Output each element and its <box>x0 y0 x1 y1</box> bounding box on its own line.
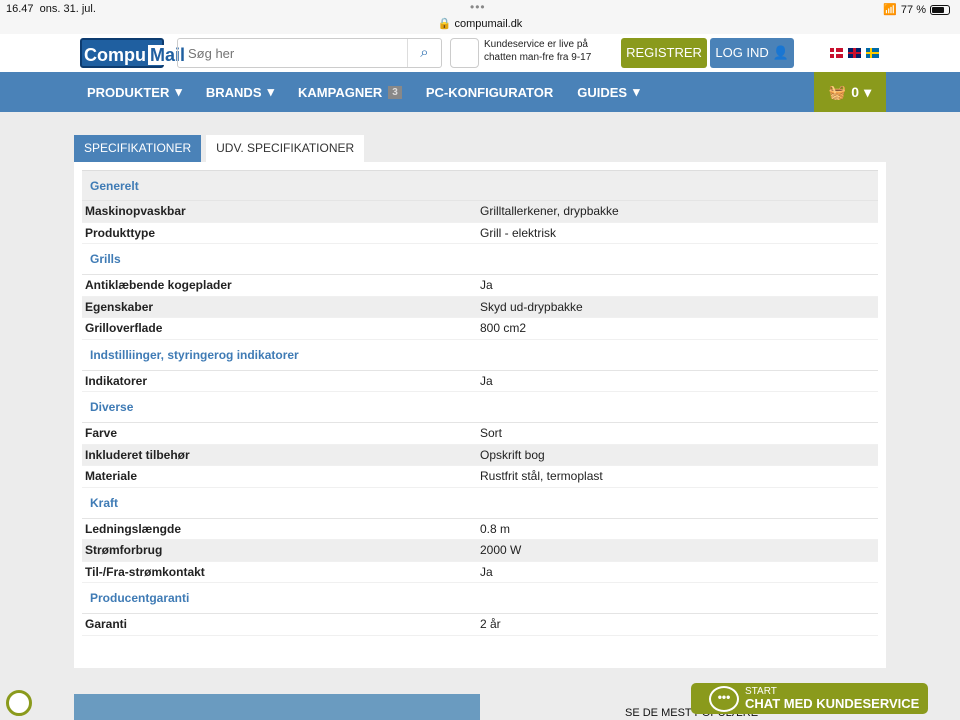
spec-row: Til-/Fra-strømkontakt Ja <box>82 562 878 583</box>
spec-label: Inkluderet tilbehør <box>85 447 190 462</box>
spec-table: Generelt Maskinopvaskbar Grilltallerkener,… <box>74 162 886 668</box>
site-header: CompuMail ⌕ Kundeservice er live påchatt… <box>0 34 960 72</box>
spec-row: Grilloverflade 800 cm2 <box>82 318 878 340</box>
battery-status: 📶 77 % <box>883 3 950 16</box>
spec-section: Generelt Maskinopvaskbar Grilltallerkener,… <box>82 170 878 244</box>
tab-specifikationer[interactable]: SPECIFIKATIONER <box>74 135 202 162</box>
spec-value: Grilltallerkener, drypbakke <box>480 204 619 219</box>
user-icon: 👤 <box>772 45 789 60</box>
address-bar[interactable]: 🔒 compumail.dk <box>0 17 960 30</box>
spec-tabs: SPECIFIKATIONER UDV. SPECIFIKATIONER <box>74 135 365 162</box>
spec-value: 0.8 m <box>480 521 511 536</box>
spec-row: Ledningslængde 0.8 m <box>82 519 878 540</box>
spec-row: Farve Sort <box>82 423 878 445</box>
chat-status-box <box>450 38 479 68</box>
kampagner-badge: 3 <box>388 85 402 99</box>
chat-label: CHAT MED KUNDESERVICE <box>745 696 920 711</box>
status-bar: 16.47 ons. 31. jul. ••• 🔒 compumail.dk 📶… <box>0 0 960 34</box>
uk-flag-icon[interactable] <box>848 48 861 58</box>
spec-value: 2 år <box>480 617 501 632</box>
section-title: Diverse <box>82 392 878 423</box>
cart-button[interactable]: 🧺 0 ▾ <box>814 72 886 112</box>
status-time: 16.47 ons. 31. jul. <box>6 3 96 15</box>
spec-label: Produkttype <box>85 225 156 240</box>
spec-label: Antiklæbende kogeplader <box>85 278 232 293</box>
spec-label: Strømforbrug <box>85 543 163 558</box>
promo-banner <box>74 694 480 720</box>
spec-value: Ja <box>480 373 493 388</box>
register-button[interactable]: REGISTRER <box>621 38 707 68</box>
main-nav: PRODUKTER ▾ BRANDS ▾ KAMPAGNER 3 PC-KONFIGU… <box>0 72 960 112</box>
battery-icon <box>930 4 950 15</box>
search-input[interactable] <box>178 39 407 67</box>
spec-label: Materiale <box>85 469 138 484</box>
section-title: Kraft <box>82 488 878 519</box>
spec-row: Maskinopvaskbar Grilltallerkener, drypbak… <box>82 201 878 223</box>
section-title: Grills <box>82 244 878 275</box>
spec-row: Materiale Rustfrit stål, termoplast <box>82 466 878 488</box>
caret-down-icon: ▾ <box>267 84 275 99</box>
swedish-flag-icon[interactable] <box>866 48 879 58</box>
spec-label: Ledningslængde <box>85 521 181 536</box>
chat-bubble-icon: ••• <box>709 685 739 712</box>
recycle-icon[interactable] <box>6 690 32 716</box>
spec-row: Garanti 2 år <box>82 614 878 636</box>
nav-brands[interactable]: BRANDS ▾ <box>206 84 274 100</box>
spec-row: Produkttype Grill - elektrisk <box>82 222 878 244</box>
spec-value: Skyd ud-drypbakke <box>480 299 583 314</box>
compumail-logo[interactable]: Compu Mail <box>80 38 188 68</box>
spec-section: Grills Antiklæbende kogeplader Ja Egenskabe… <box>82 244 878 340</box>
spec-value: Sort <box>480 426 503 441</box>
section-title: Producentgaranti <box>82 583 878 614</box>
spec-label: Grilloverflade <box>85 321 163 336</box>
spec-row: Antiklæbende kogeplader Ja <box>82 275 878 297</box>
section-title: Generelt <box>82 170 878 201</box>
spec-value: Ja <box>480 278 493 293</box>
spec-value: Rustfrit stål, termoplast <box>480 469 603 484</box>
spec-label: Til-/Fra-strømkontakt <box>85 564 205 579</box>
search-icon: ⌕ <box>420 44 429 61</box>
caret-down-icon: ▾ <box>175 84 182 99</box>
nav-guides[interactable]: GUIDES ▾ <box>577 84 639 100</box>
nav-kampagner[interactable]: KAMPAGNER 3 <box>298 85 402 100</box>
spec-row: Strømforbrug 2000 W <box>82 540 878 562</box>
spec-row: Egenskaber Skyd ud-drypbakke <box>82 296 878 318</box>
spec-section: Diverse Farve Sort Inkluderet tilbehør Opskr… <box>82 392 878 488</box>
customer-service-info: Kundeservice er live på chatten man-fre f… <box>484 39 592 63</box>
caret-down-icon: ▾ <box>864 83 872 100</box>
caret-down-icon: ▾ <box>633 84 640 99</box>
danish-flag-icon[interactable] <box>830 48 843 58</box>
section-title: Indstilliinger, styringerog indikatorer <box>82 340 878 371</box>
spec-value: 2000 W <box>480 543 522 558</box>
spec-value: Grill - elektrisk <box>480 225 557 240</box>
spec-value: 800 cm2 <box>480 321 527 336</box>
login-button[interactable]: LOG IND 👤 <box>710 38 794 68</box>
basket-icon: 🧺 <box>828 83 847 100</box>
spec-label: Farve <box>85 426 118 441</box>
spec-label: Maskinopvaskbar <box>85 204 186 219</box>
nav-pc-konfigurator[interactable]: PC-KONFIGURATOR <box>426 85 553 100</box>
spec-label: Indikatorer <box>85 373 148 388</box>
spec-row: Inkluderet tilbehør Opskrift bog <box>82 444 878 466</box>
more-dots-icon[interactable]: ••• <box>470 0 486 14</box>
spec-row: Indikatorer Ja <box>82 371 878 392</box>
start-chat-button[interactable]: ••• START CHAT MED KUNDESERVICE <box>691 683 928 714</box>
search-bar: ⌕ <box>177 38 442 68</box>
spec-label: Garanti <box>85 617 128 632</box>
spec-value: Ja <box>480 564 493 579</box>
wifi-icon: 📶 <box>883 4 897 16</box>
spec-section: Kraft Ledningslængde 0.8 m Strømforbrug 2000… <box>82 488 878 583</box>
spec-section: Indstilliinger, styringerog indikatorer I… <box>82 340 878 392</box>
tab-udv-specifikationer[interactable]: UDV. SPECIFIKATIONER <box>206 135 365 162</box>
spec-value: Opskrift bog <box>480 447 545 462</box>
spec-label: Egenskaber <box>85 299 154 314</box>
search-button[interactable]: ⌕ <box>407 39 441 67</box>
spec-section: Producentgaranti Garanti 2 år <box>82 583 878 636</box>
nav-produkter[interactable]: PRODUKTER ▾ <box>87 84 182 100</box>
